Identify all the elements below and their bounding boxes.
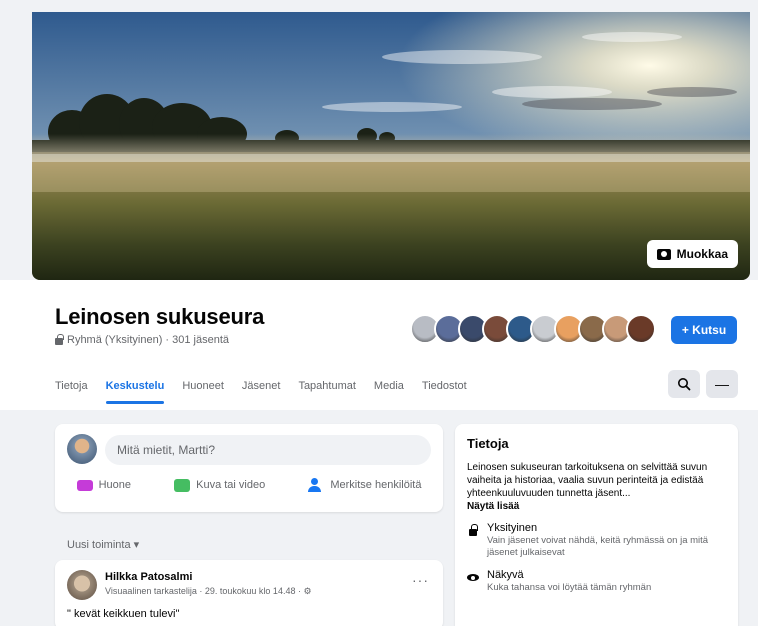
- feed-sort-dropdown[interactable]: Uusi toiminta ▾: [67, 538, 139, 551]
- post-meta: Visuaalinen tarkastelija · 29. toukokuu …: [105, 586, 312, 596]
- visibility-text: Kuka tahansa voi löytää tämän ryhmän: [487, 582, 652, 593]
- avatar[interactable]: [67, 434, 97, 464]
- post-text: " kevät keikkuen tulevi": [67, 608, 180, 620]
- post-composer: Mitä mietit, Martti? Huone Kuva tai vide…: [55, 424, 443, 512]
- about-card: Tietoja Leinosen sukuseuran tarkoituksen…: [455, 424, 738, 626]
- cover-image: [32, 12, 750, 280]
- camera-icon: [656, 248, 671, 260]
- member-avatar[interactable]: [626, 314, 656, 344]
- more-options-button[interactable]: —: [706, 370, 738, 398]
- group-subtitle: Ryhmä (Yksityinen) · 301 jäsentä: [55, 334, 229, 346]
- group-name[interactable]: Leinosen sukuseura: [55, 304, 264, 330]
- privacy-title: Yksityinen: [487, 522, 538, 534]
- group-privacy-members: Ryhmä (Yksityinen) · 301 jäsentä: [67, 334, 230, 346]
- show-more-link[interactable]: Näytä lisää: [467, 501, 726, 512]
- search-icon: [678, 378, 691, 391]
- member-avatars[interactable]: [410, 314, 656, 344]
- group-tabs: Tietoja Keskustelu Huoneet Jäsenet Tapahtuma…: [55, 372, 476, 404]
- more-icon: —: [715, 376, 729, 392]
- tab-0[interactable]: Tietoja: [55, 372, 97, 404]
- about-title: Tietoja: [467, 436, 509, 451]
- photo-icon: [174, 478, 191, 492]
- privacy-row: Yksityinen Vain jäsenet voivat nähdä, ke…: [467, 522, 726, 559]
- tab-6[interactable]: Tiedostot: [413, 372, 476, 404]
- photo-video-button[interactable]: Kuva tai video: [174, 478, 265, 492]
- edit-cover-label: Muokkaa: [676, 247, 728, 261]
- post-author-avatar[interactable]: [67, 570, 97, 600]
- visibility-row: Näkyvä Kuka tahansa voi löytää tämän ryh…: [467, 569, 726, 594]
- privacy-text: Vain jäsenet voivat nähdä, keitä ryhmäss…: [487, 535, 709, 558]
- visibility-title: Näkyvä: [487, 569, 524, 581]
- tab-4[interactable]: Tapahtumat: [289, 372, 364, 404]
- post-author[interactable]: Hilkka Patosalmi: [105, 571, 192, 583]
- tab-5[interactable]: Media: [365, 372, 413, 404]
- invite-label: + Kutsu: [681, 323, 727, 337]
- invite-button[interactable]: + Kutsu: [671, 316, 737, 344]
- about-description: Leinosen sukuseuran tarkoituksena on sel…: [467, 462, 708, 499]
- room-label: Huone: [98, 479, 131, 491]
- video-room-icon: [76, 479, 93, 491]
- eye-icon: [467, 571, 479, 583]
- group-header: Leinosen sukuseura Ryhmä (Yksityinen) · …: [0, 280, 758, 410]
- composer-actions: Huone Kuva tai video Merkitse henkilöitä: [55, 478, 443, 492]
- tag-people-button[interactable]: Merkitse henkilöitä: [308, 478, 421, 492]
- search-button[interactable]: [668, 370, 700, 398]
- tab-1[interactable]: Keskustelu: [97, 372, 174, 404]
- feed-post: Hilkka Patosalmi Visuaalinen tarkastelij…: [55, 560, 443, 626]
- room-button[interactable]: Huone: [76, 478, 131, 492]
- cover-photo: Muokkaa: [32, 12, 750, 280]
- tag-people-label: Merkitse henkilöitä: [330, 479, 422, 491]
- lock-icon: [55, 334, 64, 345]
- composer-input[interactable]: Mitä mietit, Martti?: [105, 435, 431, 465]
- photo-video-label: Kuva tai video: [196, 479, 266, 491]
- tab-2[interactable]: Huoneet: [173, 372, 233, 404]
- post-more-button[interactable]: ···: [412, 572, 429, 588]
- lock-icon: [467, 524, 479, 536]
- tag-people-icon: [308, 478, 324, 492]
- tab-3[interactable]: Jäsenet: [233, 372, 290, 404]
- edit-cover-button[interactable]: Muokkaa: [646, 240, 738, 268]
